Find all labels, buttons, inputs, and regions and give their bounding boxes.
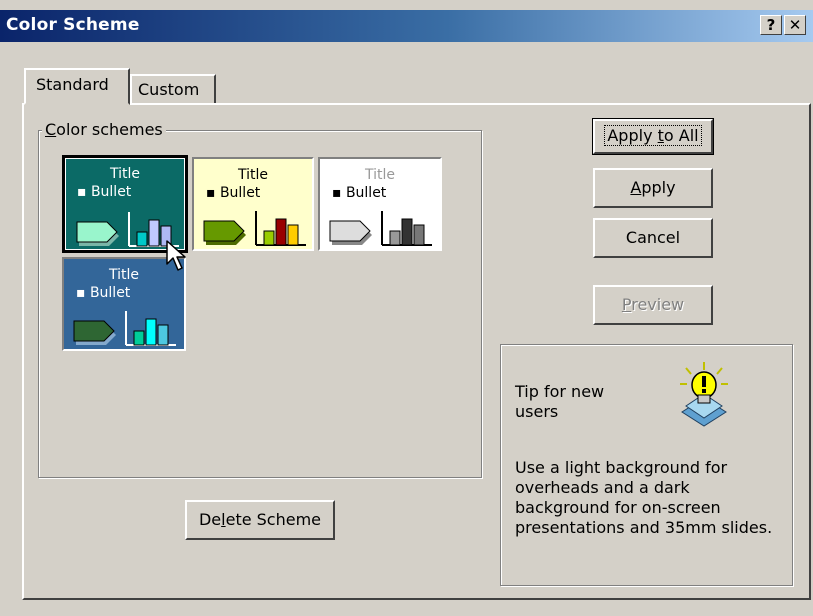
scheme-bullet: ▪ Bullet — [77, 184, 132, 200]
scheme-thumbnail[interactable]: Title ▪ Bullet — [192, 157, 314, 251]
scheme-graphic — [73, 311, 176, 346]
tip-text: Use a light background for overheads and… — [515, 458, 773, 537]
scheme-title: Title — [109, 166, 140, 182]
scheme-graphic — [329, 211, 432, 246]
scheme-title: Title — [237, 167, 268, 183]
help-icon: ? — [766, 16, 776, 34]
preview-button[interactable]: Preview — [593, 285, 713, 325]
scheme-bullet: ▪ Bullet — [332, 185, 387, 201]
window-title: Color Scheme — [6, 15, 140, 35]
apply-to-all-button[interactable]: Apply to All — [592, 118, 714, 155]
scheme-title: Title — [364, 167, 395, 183]
scheme-graphic — [203, 211, 306, 246]
tab-standard-label: Standard — [36, 75, 109, 94]
tab-custom-label: Custom — [138, 80, 200, 99]
scheme-thumbnail[interactable]: Title ▪ Bullet — [62, 155, 188, 253]
tab-standard[interactable]: Standard — [24, 68, 130, 105]
title-bar: Color Scheme ? ✕ — [0, 10, 813, 42]
close-icon: ✕ — [788, 16, 802, 34]
scheme-bullet: ▪ Bullet — [206, 185, 261, 201]
lightbulb-icon — [680, 362, 728, 427]
scheme-bullet: ▪ Bullet — [76, 285, 131, 301]
apply-button[interactable]: Apply — [593, 168, 713, 208]
scheme-thumbnail[interactable]: Title ▪ Bullet — [318, 157, 442, 251]
cancel-button[interactable]: Cancel — [593, 218, 713, 258]
help-button[interactable]: ? — [760, 15, 782, 35]
tab-custom[interactable]: Custom — [130, 74, 216, 103]
tip-title: Tip for new users — [515, 382, 605, 421]
mouse-cursor-icon — [166, 240, 186, 271]
delete-scheme-button[interactable]: Delete Scheme — [185, 500, 335, 540]
color-schemes-label: Color schemes — [42, 120, 166, 139]
close-button[interactable]: ✕ — [784, 15, 806, 35]
